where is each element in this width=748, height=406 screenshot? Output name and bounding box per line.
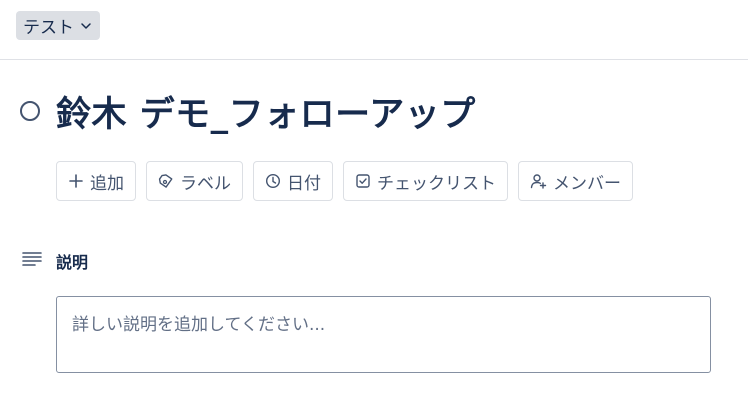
circle-icon[interactable] — [20, 101, 40, 121]
card-header-bar: テスト — [0, 0, 748, 60]
description-lines-icon — [22, 251, 42, 271]
checkbox-icon — [355, 173, 371, 189]
members-button[interactable]: メンバー — [518, 161, 633, 201]
date-button-label: 日付 — [287, 173, 321, 194]
checklist-button[interactable]: チェックリスト — [343, 161, 508, 201]
description-header: 説明 — [22, 249, 88, 273]
card-actions: 追加 ラベル 日付 チェックリスト メンバー — [56, 161, 633, 201]
add-button-label: 追加 — [90, 173, 124, 194]
add-button[interactable]: 追加 — [56, 161, 136, 201]
checklist-button-label: チェックリスト — [377, 173, 496, 194]
plus-icon — [68, 173, 84, 189]
list-selector-button[interactable]: テスト — [16, 11, 100, 40]
card-title-row: 鈴木 デモ_フォローアップ — [20, 86, 476, 136]
description-input[interactable]: 詳しい説明を追加してください... — [56, 296, 711, 373]
label-button[interactable]: ラベル — [146, 161, 243, 201]
chevron-down-icon — [80, 20, 92, 32]
description-heading: 説明 — [56, 253, 89, 272]
date-button[interactable]: 日付 — [253, 161, 333, 201]
tag-icon — [158, 173, 174, 189]
label-button-label: ラベル — [180, 173, 231, 194]
clock-icon — [265, 173, 281, 189]
description-placeholder: 詳しい説明を追加してください... — [72, 315, 326, 335]
add-person-icon — [530, 173, 547, 189]
list-name: テスト — [23, 18, 74, 38]
card-title[interactable]: 鈴木 デモ_フォローアップ — [56, 86, 476, 137]
members-button-label: メンバー — [553, 173, 621, 194]
